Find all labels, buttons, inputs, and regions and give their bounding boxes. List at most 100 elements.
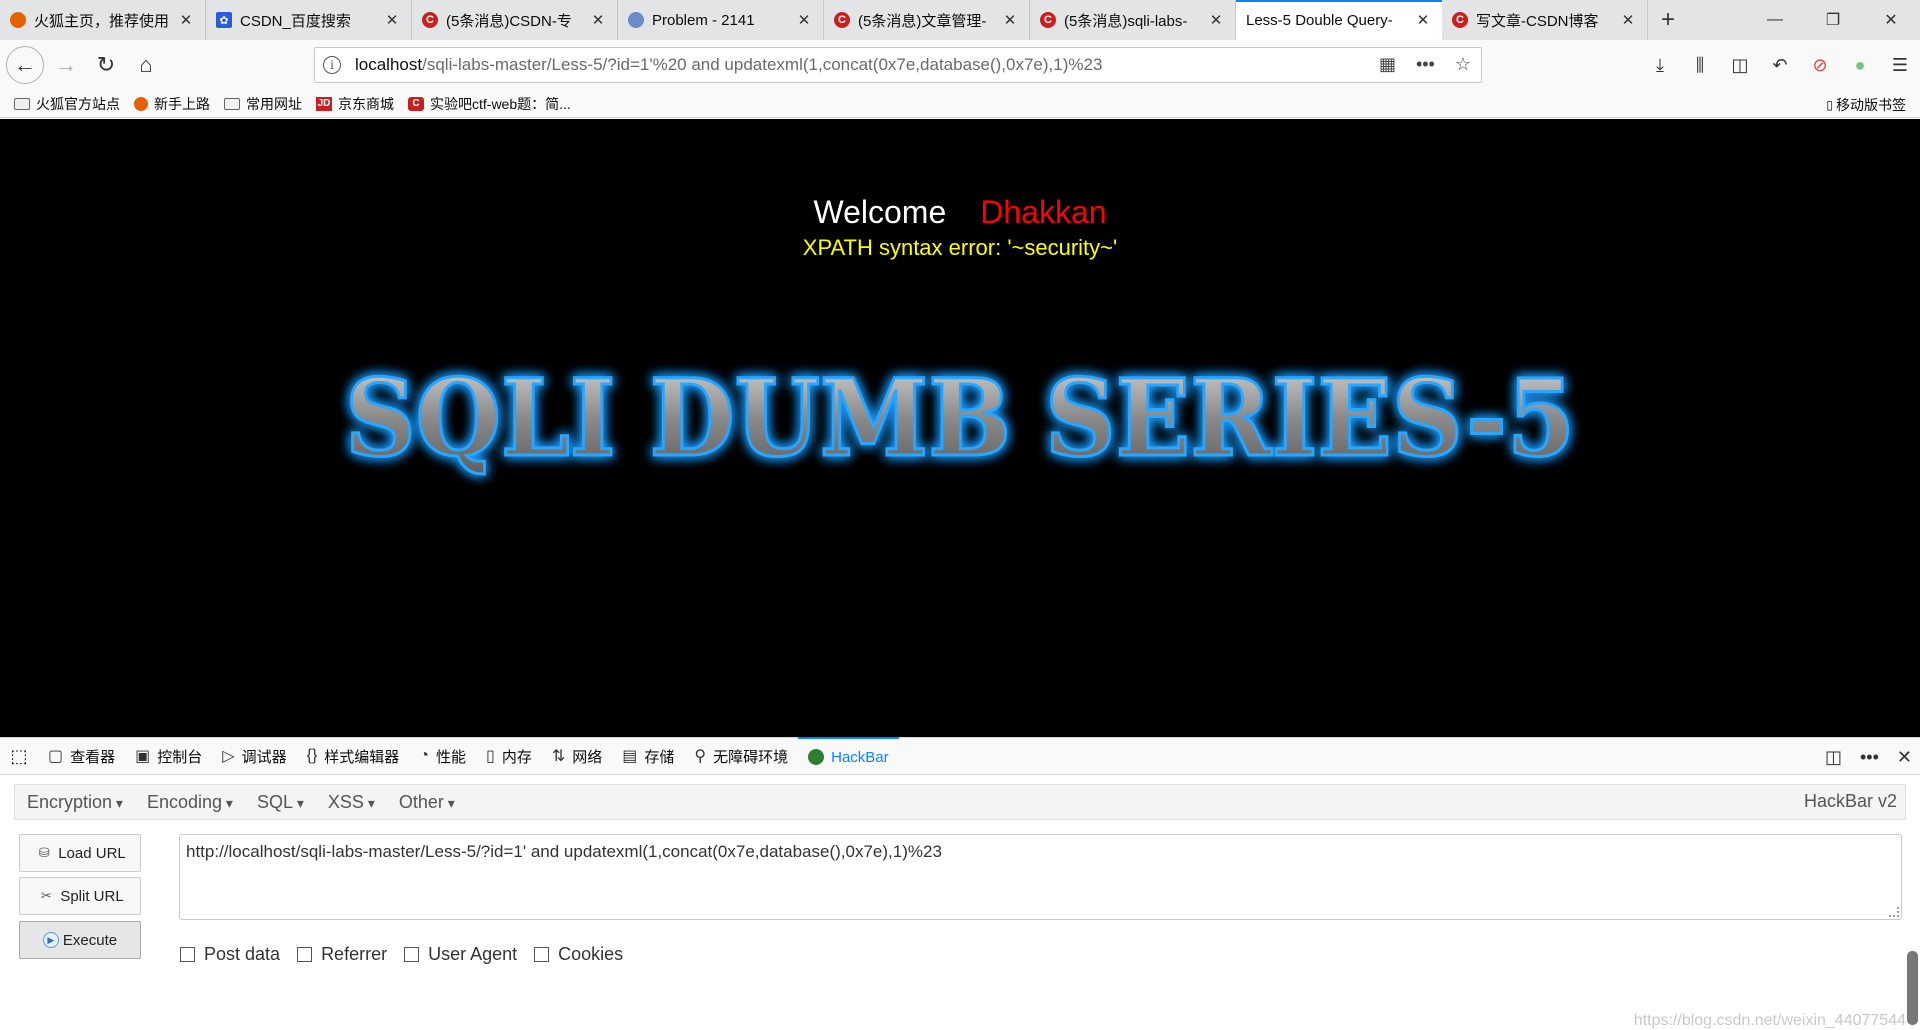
tab-title: (5条消息)sqli-labs- <box>1064 12 1188 30</box>
devtools-tab-console[interactable]: ▣ 控制台 <box>125 737 212 775</box>
tab-label: 调试器 <box>241 748 287 766</box>
menu-sql[interactable]: SQL <box>245 792 316 813</box>
bookmarks-toolbar: 火狐官方站点 新手上路 常用网址 JD 京东商城 C 实验吧ctf-web题：简… <box>0 90 1920 118</box>
devtools-tab-accessibility[interactable]: ⚲ 无障碍环境 <box>684 737 798 775</box>
banner-text: SQLI DUMB SERIES-5 <box>345 355 1575 480</box>
bookmark-item[interactable]: 新手上路 <box>134 94 210 114</box>
close-icon[interactable]: ✕ <box>1207 11 1225 29</box>
tab-title: Problem - 2141 <box>652 11 755 29</box>
menu-xss[interactable]: XSS <box>316 792 387 813</box>
split-url-label: Split URL <box>60 887 124 905</box>
bookmark-item[interactable]: 常用网址 <box>224 94 302 114</box>
devtools-tab-inspector[interactable]: ▢ 查看器 <box>38 737 125 775</box>
tab-csdn-1[interactable]: C (5条消息)CSDN-专 ✕ <box>412 0 618 40</box>
checkbox-icon[interactable] <box>534 947 550 962</box>
load-url-button[interactable]: ⛁ Load URL <box>19 834 141 872</box>
csdn-icon: C <box>408 96 424 111</box>
execute-button[interactable]: ▶ Execute <box>19 921 141 959</box>
close-icon[interactable]: ✕ <box>589 11 607 29</box>
bookmark-label: 京东商城 <box>338 95 394 112</box>
devtools-tab-performance[interactable]: ◔ 性能 <box>409 737 476 775</box>
menu-encoding[interactable]: Encoding <box>135 792 245 813</box>
accessibility-icon: ⚲ <box>694 748 707 765</box>
network-icon: ⇅ <box>551 748 566 765</box>
dock-icon[interactable]: ◫ <box>1825 747 1842 768</box>
csdn-icon: C <box>1452 12 1468 28</box>
home-icon[interactable]: ⌂ <box>126 45 166 85</box>
close-devtools-icon[interactable]: ✕ <box>1897 747 1912 768</box>
devtools-tab-network[interactable]: ⇅ 网络 <box>542 737 612 775</box>
sidebar-icon[interactable]: ◫ <box>1720 48 1760 82</box>
tab-strip: 火狐主页，推荐使用 ✕ ✿ CSDN_百度搜索 ✕ C (5条消息)CSDN-专… <box>0 0 1920 40</box>
checkbox-icon[interactable] <box>180 947 195 962</box>
checkbox-icon[interactable] <box>297 947 313 962</box>
hackbar-brand: HackBar v2 <box>1803 791 1897 811</box>
bookmark-item[interactable]: C 实验吧ctf-web题：简... <box>408 94 571 114</box>
devtools-tab-storage[interactable]: ▤ 存储 <box>612 737 684 775</box>
undo-icon[interactable]: ↶ <box>1760 48 1800 82</box>
close-icon[interactable]: ✕ <box>383 11 401 29</box>
tab-label: 存储 <box>644 748 675 766</box>
tab-csdn-write[interactable]: C 写文章-CSDN博客 ✕ <box>1442 0 1648 40</box>
blocked-icon[interactable]: ⊘ <box>1800 48 1840 82</box>
mobile-bookmarks[interactable]: ▯ 移动版书签 <box>1826 95 1906 115</box>
download-icon[interactable]: ⤓ <box>1640 48 1680 82</box>
bookmark-item[interactable]: JD 京东商城 <box>316 94 394 114</box>
tab-label: 无障碍环境 <box>713 748 789 766</box>
close-icon[interactable]: ✕ <box>1619 11 1637 29</box>
minimize-icon[interactable]: — <box>1746 0 1804 40</box>
menu-icon[interactable]: ☰ <box>1880 48 1920 82</box>
qr-code-icon[interactable]: ▦ <box>1379 54 1396 75</box>
close-icon[interactable]: ✕ <box>177 11 195 29</box>
tab-baidu[interactable]: ✿ CSDN_百度搜索 ✕ <box>206 0 412 40</box>
storage-icon: ▤ <box>622 748 638 765</box>
user-agent-checkbox[interactable]: User Agent <box>404 944 517 965</box>
restore-icon[interactable]: ❐ <box>1804 0 1862 40</box>
devtools-toolbar: ⬚ ▢ 查看器 ▣ 控制台 ▷ 调试器 {} 样式编辑器 ◔ 性能 ▯ 内存 ⇅ 网络 ▤ 存储… <box>0 737 1920 775</box>
close-icon[interactable]: ✕ <box>795 11 813 29</box>
checkbox-icon[interactable] <box>404 947 420 962</box>
tab-csdn-2[interactable]: C (5条消息)文章管理- ✕ <box>824 0 1030 40</box>
close-window-icon[interactable]: ✕ <box>1862 0 1920 40</box>
forward-arrow-icon[interactable]: → <box>46 45 86 85</box>
scrollbar-thumb[interactable] <box>1907 951 1918 1025</box>
folder-icon <box>14 97 30 110</box>
more-options-icon[interactable]: ••• <box>1860 747 1879 768</box>
cookies-checkbox[interactable]: Cookies <box>534 944 623 965</box>
tab-label: 性能 <box>435 748 466 766</box>
reload-icon[interactable]: ↻ <box>86 45 126 85</box>
load-url-icon: ⛁ <box>38 845 50 860</box>
inspector-icon: ▢ <box>48 748 64 765</box>
tab-label: 内存 <box>501 748 532 766</box>
back-arrow-icon[interactable]: ← <box>6 46 44 84</box>
post-data-checkbox[interactable]: Post data <box>180 944 280 965</box>
referrer-checkbox[interactable]: Referrer <box>297 944 387 965</box>
tab-csdn-3[interactable]: C (5条消息)sqli-labs- ✕ <box>1030 0 1236 40</box>
tab-less5[interactable]: Less-5 Double Query- ✕ <box>1236 0 1442 40</box>
hackbar-icon <box>808 749 825 765</box>
info-icon[interactable]: i <box>323 56 341 74</box>
library-icon[interactable]: ⫼ <box>1680 48 1720 82</box>
menu-encryption[interactable]: Encryption <box>15 792 135 813</box>
devtools-tab-hackbar[interactable]: HackBar <box>798 737 899 775</box>
tab-problem[interactable]: Problem - 2141 ✕ <box>618 0 824 40</box>
url-bar[interactable]: i localhost/sqli-labs-master/Less-5/?id=… <box>314 47 1482 83</box>
checkbox-label: Cookies <box>558 944 624 964</box>
url-textarea[interactable]: http://localhost/sqli-labs-master/Less-5… <box>179 834 1902 920</box>
menu-other[interactable]: Other <box>387 792 467 813</box>
status-dot-icon[interactable]: ● <box>1840 48 1880 82</box>
split-url-button[interactable]: ✂ Split URL <box>19 877 141 915</box>
bookmark-item[interactable]: 火狐官方站点 <box>14 94 120 114</box>
tab-firefox-home[interactable]: 火狐主页，推荐使用 ✕ <box>0 0 206 40</box>
csdn-icon: C <box>1040 12 1056 28</box>
bookmark-star-icon[interactable]: ☆ <box>1455 54 1471 75</box>
devtools-tab-style-editor[interactable]: {} 样式编辑器 <box>297 737 410 775</box>
close-icon[interactable]: ✕ <box>1001 11 1019 29</box>
devtools-tab-memory[interactable]: ▯ 内存 <box>476 737 542 775</box>
tab-title: Less-5 Double Query- <box>1246 11 1393 29</box>
page-actions-icon[interactable]: ••• <box>1416 54 1435 75</box>
close-icon[interactable]: ✕ <box>1414 11 1432 29</box>
devtools-tab-debugger[interactable]: ▷ 调试器 <box>212 737 296 775</box>
new-tab-button[interactable]: + <box>1648 0 1688 40</box>
element-picker-icon[interactable]: ⬚ <box>0 746 38 767</box>
